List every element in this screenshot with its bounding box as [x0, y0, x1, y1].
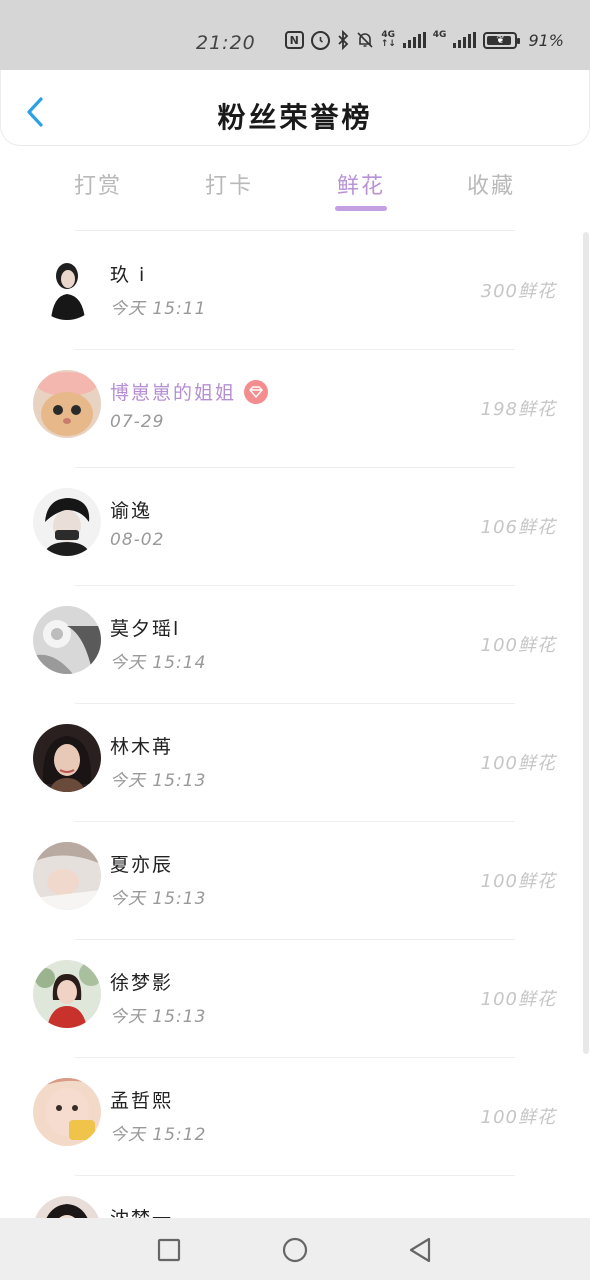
name-line: 林木苒 [110, 732, 173, 759]
system-nav-bar [0, 1218, 590, 1280]
avatar [33, 1196, 101, 1218]
name-line: 沈梦一 [110, 1204, 173, 1218]
diamond-icon [244, 379, 269, 404]
tab-reward[interactable]: 打赏 [53, 168, 143, 200]
status-time: 21:20 [196, 32, 256, 54]
fan-time: 07-29 [110, 412, 165, 432]
fan-name: 徐梦影 [110, 972, 174, 994]
avatar [33, 1078, 101, 1146]
network-type-label: 4G ↑↓ [380, 30, 396, 49]
battery-icon: ❦ [483, 31, 521, 49]
fan-time: 今天 15:12 [110, 1125, 207, 1145]
page-title: 粉丝荣誉榜 [217, 101, 373, 134]
tab-checkin[interactable]: 打卡 [184, 168, 274, 200]
flower-count: 100鲜花 [480, 1107, 556, 1128]
name-line: 徐梦影 [110, 968, 173, 995]
flower-count: 100鲜花 [480, 871, 556, 892]
recent-apps-button[interactable] [151, 1232, 187, 1268]
name-line: 博崽崽的姐姐 [110, 378, 269, 405]
nfc-icon: N [284, 31, 304, 49]
tab-flowers[interactable]: 鲜花 [316, 168, 406, 200]
avatar [33, 960, 101, 1028]
fan-name: 谕逸 [110, 500, 153, 522]
fan-name: 玖 i [110, 264, 147, 286]
active-tab-indicator [335, 206, 387, 211]
flower-count: 106鲜花 [480, 517, 556, 538]
flower-count: 100鲜花 [480, 989, 556, 1010]
list-item[interactable]: 博崽崽的姐姐 07-29 198鲜花 [0, 350, 590, 468]
fan-ranking-list: 玖 i 今天 15:11 300鲜花 博崽崽的姐姐 07-29 198鲜花 谕逸… [0, 228, 590, 1218]
fan-time: 今天 15:14 [110, 653, 207, 673]
status-bar: 21:20 N 4G ↑↓ 4G ❦ 91% [0, 0, 590, 70]
fan-time: 今天 15:13 [110, 771, 207, 791]
list-item[interactable]: 莫夕瑶l 今天 15:14 100鲜花 [0, 586, 590, 704]
tab-favorites[interactable]: 收藏 [446, 168, 536, 200]
fan-name: 沈梦一 [110, 1204, 173, 1218]
avatar [33, 842, 101, 910]
avatar [33, 724, 101, 792]
fan-name: 夏亦辰 [110, 854, 174, 876]
fan-name: 林木苒 [110, 736, 174, 758]
list-item[interactable]: 孟哲熙 今天 15:12 100鲜花 [0, 1058, 590, 1176]
flower-count: 198鲜花 [480, 399, 556, 420]
name-line: 莫夕瑶l [110, 614, 180, 641]
avatar [33, 488, 101, 556]
flower-count: 100鲜花 [480, 753, 556, 774]
signal-icon-2 [453, 32, 477, 48]
name-line: 孟哲熙 [110, 1086, 173, 1113]
fan-name: 莫夕瑶l [110, 618, 181, 640]
status-icons: N 4G ↑↓ 4G ❦ 91% [284, 30, 564, 50]
home-button[interactable] [277, 1232, 313, 1268]
name-line: 夏亦辰 [110, 850, 173, 877]
fan-time: 今天 15:13 [110, 1007, 207, 1027]
avatar [33, 252, 101, 320]
list-item[interactable]: 夏亦辰 今天 15:13 100鲜花 [0, 822, 590, 940]
name-line: 谕逸 [110, 496, 152, 523]
avatar [33, 370, 101, 438]
system-back-button[interactable] [402, 1232, 438, 1268]
network-type-label-2: 4G [432, 30, 447, 40]
list-item[interactable]: 林木苒 今天 15:13 100鲜花 [0, 704, 590, 822]
signal-icon [402, 32, 426, 48]
bluetooth-icon [337, 30, 349, 50]
home-icon [282, 1237, 308, 1263]
leaf-icon: ❦ [496, 34, 505, 46]
fan-time: 08-02 [110, 530, 165, 550]
header: 粉丝荣誉榜 [0, 70, 590, 146]
battery-percent: 91% [528, 30, 564, 50]
list-item[interactable]: 谕逸 08-02 106鲜花 [0, 468, 590, 586]
tab-bar: 打赏 打卡 鲜花 收藏 [0, 160, 590, 216]
fan-name: 博崽崽的姐姐 [110, 382, 237, 404]
list-item[interactable]: 徐梦影 今天 15:13 100鲜花 [0, 940, 590, 1058]
recent-apps-icon [157, 1238, 181, 1262]
mute-icon [356, 31, 374, 49]
name-line: 玖 i [110, 260, 146, 287]
back-icon [409, 1237, 431, 1263]
divider [75, 230, 515, 231]
fan-time: 今天 15:13 [110, 889, 207, 909]
fan-time: 今天 15:11 [110, 299, 207, 319]
flower-count: 100鲜花 [480, 635, 556, 656]
fan-name: 孟哲熙 [110, 1090, 174, 1112]
alarm-icon [310, 30, 330, 50]
scrollbar[interactable] [583, 232, 589, 1054]
avatar [33, 606, 101, 674]
list-item[interactable]: 沈梦一 [0, 1176, 590, 1218]
flower-count: 300鲜花 [480, 281, 556, 302]
list-item[interactable]: 玖 i 今天 15:11 300鲜花 [0, 232, 590, 350]
